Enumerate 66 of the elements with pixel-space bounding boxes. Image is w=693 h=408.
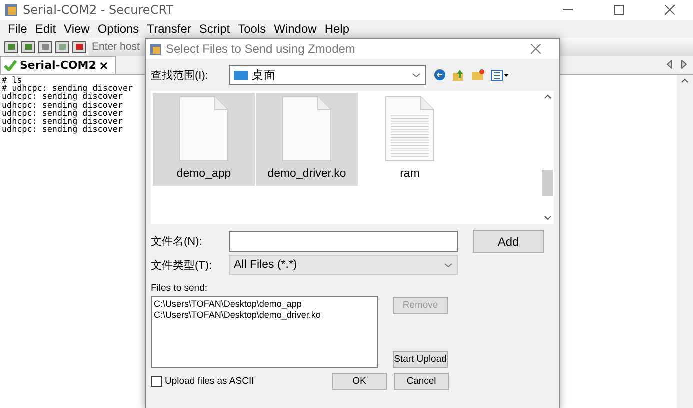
look-in-label: 查找范围(I): [151, 68, 210, 82]
terminal-line: # udhcpc: sending discover [2, 84, 134, 92]
back-icon[interactable] [434, 69, 446, 81]
file-thumbnail[interactable]: demo_app [153, 93, 255, 186]
menu-item[interactable]: Options [94, 22, 144, 36]
checkbox[interactable] [151, 376, 162, 387]
left-arrow-icon[interactable] [667, 60, 673, 68]
menu-item[interactable]: Transfer [143, 22, 196, 36]
terminal-line: udhcpc: sending discover [2, 117, 124, 126]
menu-item[interactable]: Window [270, 22, 321, 36]
connect-icon[interactable] [55, 40, 70, 54]
menu-item[interactable]: File [4, 22, 32, 36]
caret-icon [444, 262, 453, 268]
maximize-icon[interactable] [614, 5, 624, 15]
file-name-label: 文件名(N): [151, 234, 204, 249]
list-item[interactable]: C:\Users\TOFAN\Desktop\demo_driver.ko [154, 310, 375, 321]
menu-item[interactable]: Tools [234, 22, 270, 36]
menu-item[interactable]: View [60, 22, 94, 36]
connect-icon[interactable] [4, 40, 19, 54]
terminal-line: udhcpc: sending discover [2, 100, 124, 109]
scroll-up-icon[interactable] [544, 94, 552, 99]
files-to-send-list[interactable]: C:\Users\TOFAN\Desktop\demo_app C:\Users\TOFAN\Desktop\demo_driver.ko [151, 296, 378, 368]
close-icon[interactable] [665, 5, 675, 15]
file-thumbnail[interactable]: ram [359, 93, 461, 186]
new-folder-icon[interactable] [471, 69, 485, 81]
file-type-dropdown[interactable]: All Files (*.*) [229, 255, 458, 275]
scroll-thumb[interactable] [542, 170, 553, 196]
file-icon [282, 96, 332, 162]
ok-button[interactable]: OK [332, 373, 387, 390]
menu-item[interactable]: Script [195, 22, 234, 36]
file-name-field[interactable] [229, 231, 458, 252]
file-icon [179, 96, 229, 162]
cancel-button[interactable]: Cancel [394, 373, 449, 390]
file-type-label: 文件类型(T): [151, 258, 214, 272]
connect-icon[interactable] [38, 40, 53, 54]
window-title: Serial-COM2 - SecureCRT [23, 3, 174, 17]
connect-icon[interactable] [21, 40, 36, 54]
right-arrow-icon[interactable] [681, 60, 687, 68]
files-to-send-label: Files to send: [151, 283, 208, 294]
checkbox-label: Upload files as ASCII [165, 376, 256, 387]
scroll-down-icon[interactable] [544, 216, 552, 221]
terminal-line: # ls [2, 76, 22, 84]
dialog-icon [149, 42, 162, 56]
terminal-line: udhcpc: sending discover [2, 92, 124, 101]
session-tab[interactable]: Serial-COM2 [0, 56, 116, 74]
view-menu-icon[interactable] [491, 70, 509, 80]
menu-item[interactable]: Edit [31, 22, 60, 36]
dialog-title: Select Files to Send using Zmodem [166, 42, 356, 56]
terminal-line: udhcpc: sending discover [2, 108, 124, 118]
start-upload-button[interactable]: Start Upload [393, 351, 448, 368]
look-in-dropdown[interactable]: 桌面 [229, 65, 426, 85]
desktop-icon [234, 70, 248, 80]
app-icon [4, 3, 18, 17]
terminal-line: udhcpc: sending discover [2, 125, 124, 134]
checkmark-icon [4, 60, 17, 71]
text-file-icon [385, 96, 435, 162]
list-item[interactable]: C:\Users\TOFAN\Desktop\demo_app [154, 299, 375, 310]
add-button[interactable]: Add [473, 230, 544, 253]
menu-item[interactable]: Help [320, 22, 354, 36]
file-thumbnail[interactable]: demo_driver.ko [256, 93, 358, 186]
caret-icon [412, 72, 421, 78]
scrollbar[interactable] [677, 75, 693, 408]
disconnect-icon[interactable] [72, 40, 87, 54]
scroll-up-icon[interactable] [681, 78, 689, 83]
close-icon[interactable] [99, 62, 110, 70]
up-folder-icon[interactable] [452, 68, 465, 82]
